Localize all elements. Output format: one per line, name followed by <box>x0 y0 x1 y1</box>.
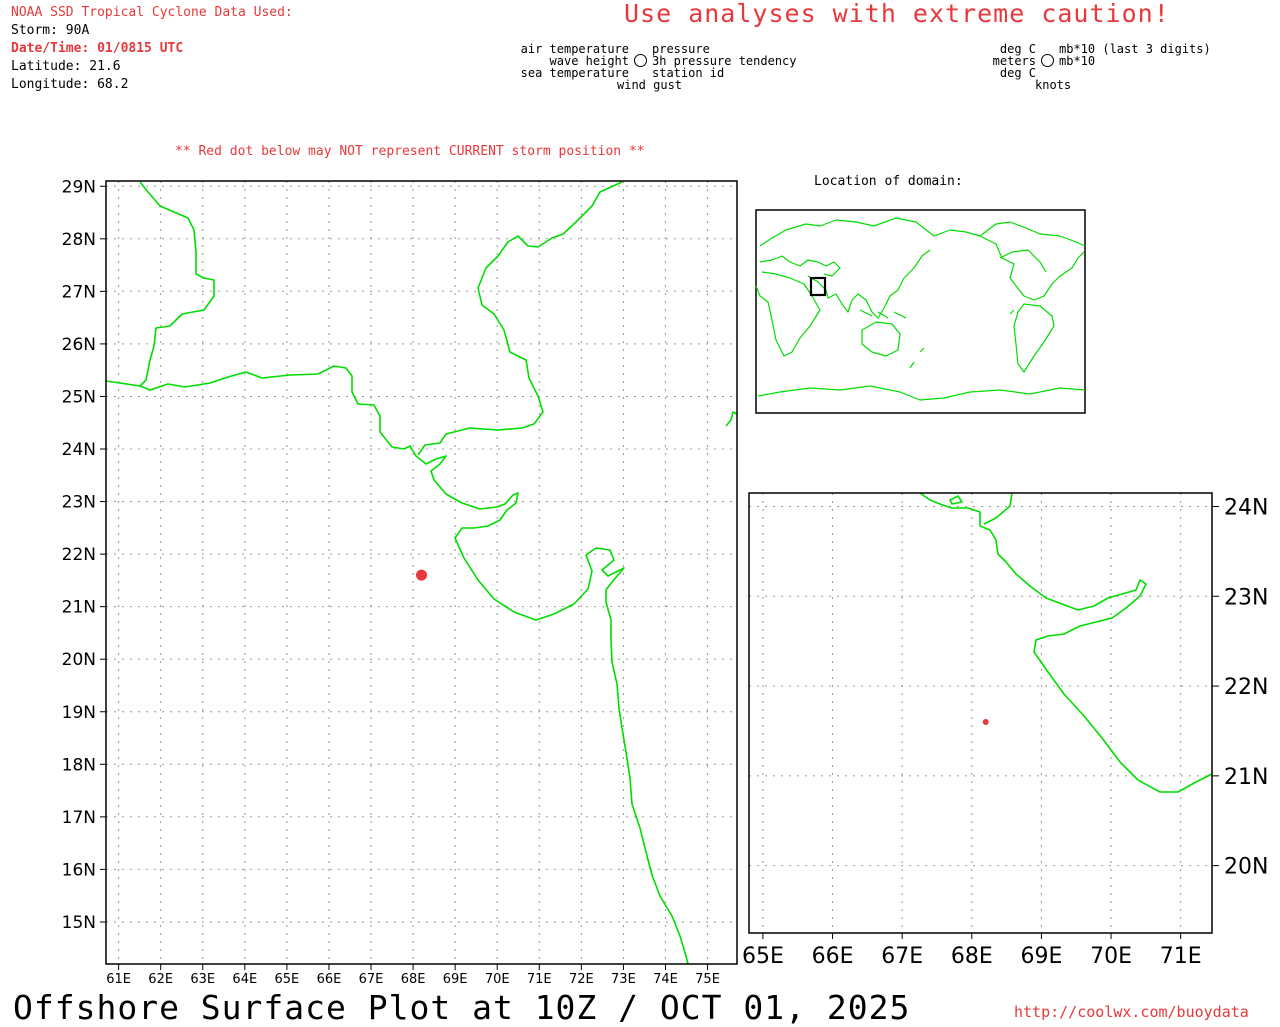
inset-world-map <box>755 209 1086 414</box>
lat-tick-label: 24N <box>1224 495 1268 520</box>
lat-tick-label: 26N <box>62 335 96 355</box>
lon-tick-label: 67E <box>359 972 384 987</box>
lon-tick-label: 69E <box>443 972 468 987</box>
lon-tick-label: 74E <box>653 972 678 987</box>
lon-tick-label: 65E <box>742 944 784 969</box>
lon-tick-label: 61E <box>106 972 131 987</box>
lat-tick-label: 20N <box>1224 855 1268 880</box>
lon-tick-label: 71E <box>1160 944 1202 969</box>
main-map-lat-labels: 29N 28N 27N 26N 25N 24N 23N 22N 21N 20N 19N 18N 17N 1… <box>62 177 96 933</box>
lat-tick-label: 15N <box>62 913 96 933</box>
lon-tick-label: 65E <box>275 972 300 987</box>
main-map-lon-labels: 61E 62E 63E 64E 65E 66E 67E 68E 69E 70E 71E 72E 73E 7… <box>106 972 720 987</box>
zoom-storm-position-marker <box>982 718 989 725</box>
lon-tick-label: 73E <box>611 972 636 987</box>
lat-tick-label: 28N <box>62 230 96 250</box>
zoom-map-lon-labels: 65E 66E 67E 68E 69E 70E 71E <box>742 944 1202 969</box>
zoom-map: 24N 23N 22N 21N 20N 65E 66E 67E 68E 69E 70E 71E <box>742 492 1268 969</box>
lon-tick-label: 70E <box>1090 944 1132 969</box>
lon-tick-label: 75E <box>695 972 720 987</box>
main-map: 29N 28N 27N 26N 25N 24N 23N 22N 21N 20N 19N 18N 17N 1… <box>62 177 738 987</box>
lat-tick-label: 29N <box>62 177 96 197</box>
lat-tick-label: 21N <box>62 598 96 618</box>
lat-tick-label: 23N <box>62 493 96 513</box>
map-canvas: 29N 28N 27N 26N 25N 24N 23N 22N 21N 20N 19N 18N 17N 1… <box>62 177 1269 987</box>
lat-tick-label: 27N <box>62 282 96 302</box>
zoom-map-lat-labels: 24N 23N 22N 21N 20N <box>1224 495 1268 879</box>
lat-tick-label: 21N <box>1224 765 1268 790</box>
lat-tick-label: 23N <box>1224 585 1268 610</box>
lon-tick-label: 63E <box>190 972 215 987</box>
lon-tick-label: 68E <box>951 944 993 969</box>
zoom-map-coastline <box>919 492 1213 793</box>
plot-title: Offshore Surface Plot at 10Z / OCT 01, 2… <box>13 988 911 1027</box>
storm-position-marker <box>416 569 427 581</box>
lon-tick-label: 62E <box>148 972 173 987</box>
lon-tick-label: 68E <box>401 972 426 987</box>
lon-tick-label: 71E <box>527 972 552 987</box>
lat-tick-label: 25N <box>62 387 96 407</box>
lat-tick-label: 22N <box>1224 675 1268 700</box>
lon-tick-label: 66E <box>317 972 342 987</box>
lat-tick-label: 24N <box>62 440 96 460</box>
lat-tick-label: 20N <box>62 650 96 670</box>
lon-tick-label: 70E <box>485 972 510 987</box>
lon-tick-label: 67E <box>881 944 923 969</box>
lon-tick-label: 64E <box>232 972 257 987</box>
source-url-link[interactable]: http://coolwx.com/buoydata <box>1014 1003 1249 1021</box>
lon-tick-label: 69E <box>1020 944 1062 969</box>
lat-tick-label: 18N <box>62 755 96 775</box>
lat-tick-label: 19N <box>62 703 96 723</box>
zoom-map-grid <box>749 493 1219 939</box>
lon-tick-label: 72E <box>569 972 594 987</box>
lon-tick-label: 66E <box>812 944 854 969</box>
lat-tick-label: 22N <box>62 545 96 565</box>
lat-tick-label: 17N <box>62 808 96 828</box>
lat-tick-label: 16N <box>62 860 96 880</box>
